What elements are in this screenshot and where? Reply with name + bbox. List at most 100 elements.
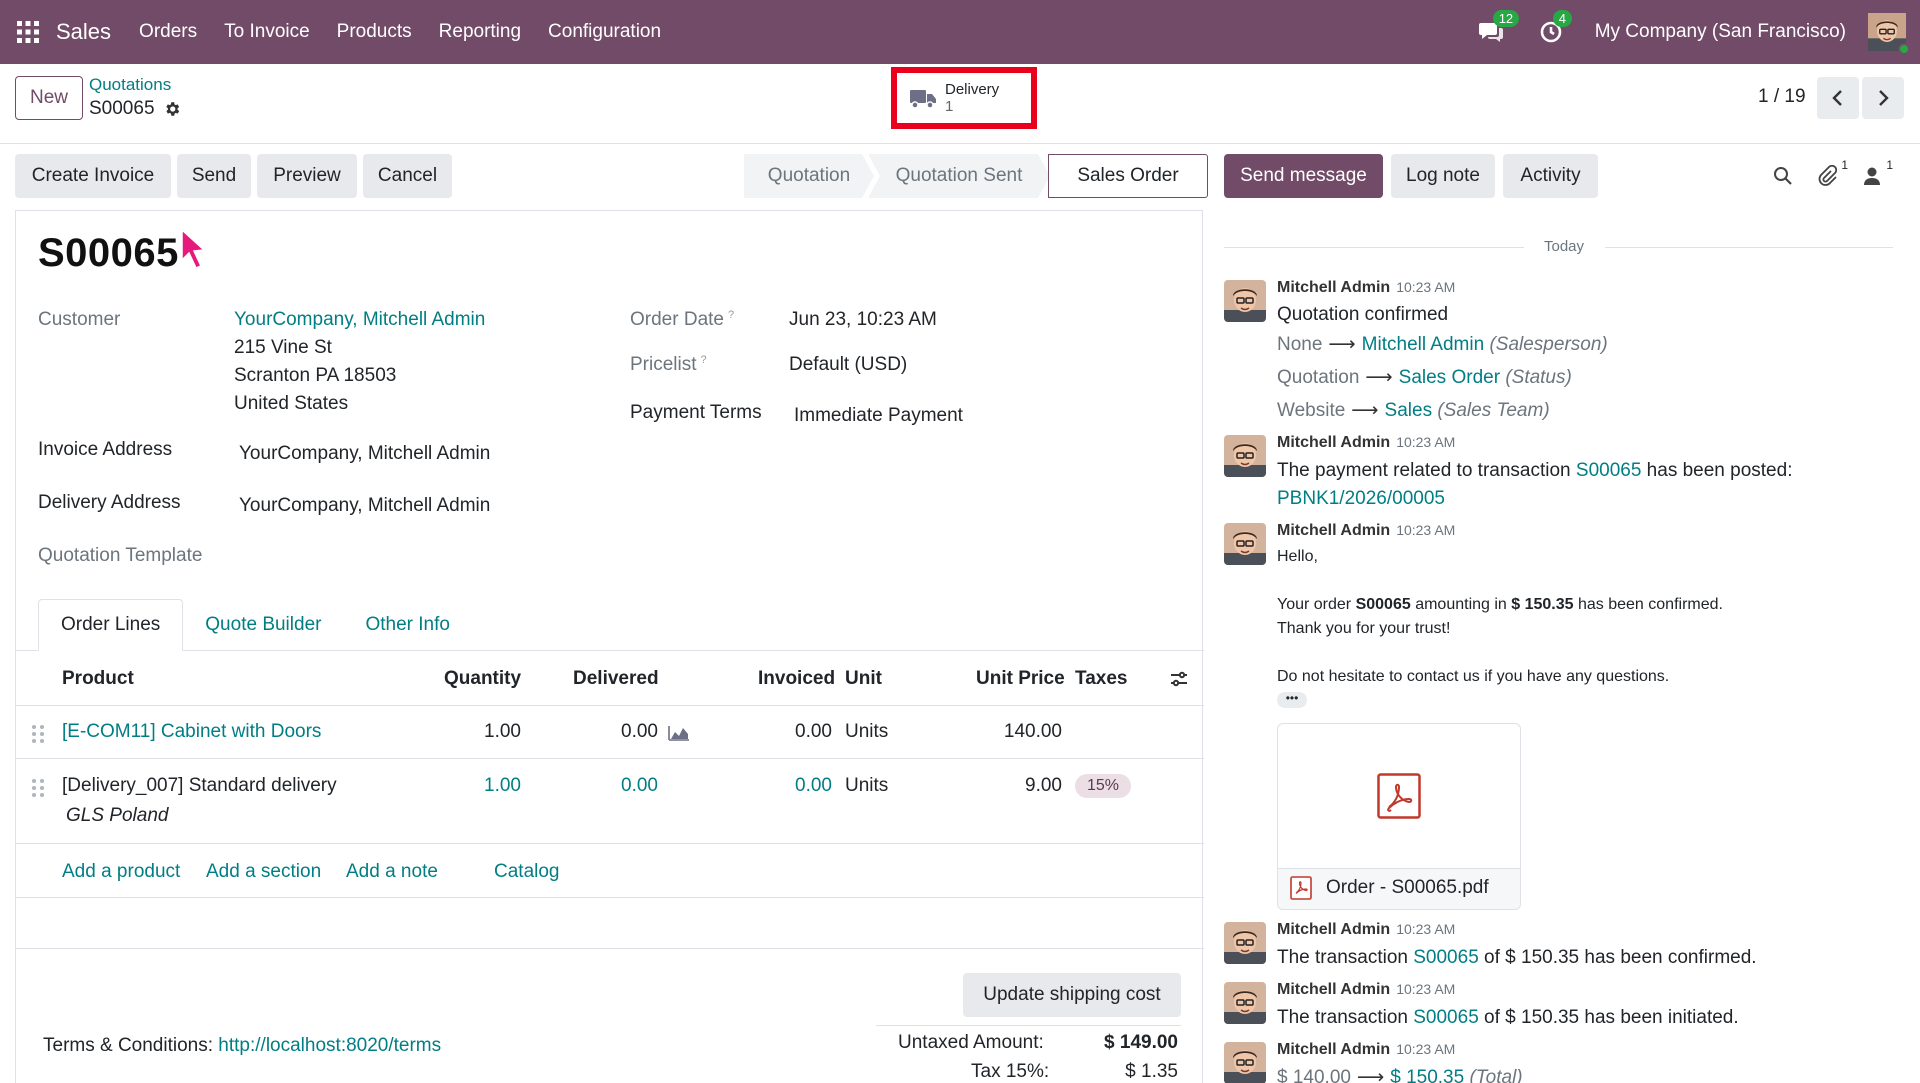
chatter-search-button[interactable] [1768, 162, 1798, 190]
app-brand[interactable]: Sales [56, 19, 111, 45]
optional-columns-icon[interactable] [1169, 669, 1189, 689]
log-note-button[interactable]: Log note [1391, 154, 1495, 198]
order-date-help[interactable]: ? [728, 309, 734, 321]
update-shipping-button[interactable]: Update shipping cost [963, 973, 1181, 1017]
author-avatar[interactable] [1224, 523, 1266, 565]
row-drag-handle[interactable] [32, 725, 44, 743]
menu-products[interactable]: Products [337, 21, 412, 43]
order-line-quantity[interactable]: 1.00 [416, 775, 521, 797]
activity-button[interactable]: Activity [1503, 154, 1598, 198]
customer-field[interactable]: YourCompany, Mitchell Admin [234, 309, 485, 331]
menu-configuration[interactable]: Configuration [548, 21, 661, 43]
column-delivered[interactable]: Delivered [573, 668, 659, 690]
author-avatar[interactable] [1224, 1042, 1266, 1083]
payment-terms-field[interactable]: Immediate Payment [794, 405, 963, 427]
order-line-unit[interactable]: Units [845, 721, 888, 743]
author-avatar[interactable] [1224, 280, 1266, 322]
message-author[interactable]: Mitchell Admin 10:23 AM [1277, 279, 1455, 297]
column-unit-price[interactable]: Unit Price [976, 668, 1065, 690]
message-author[interactable]: Mitchell Admin 10:23 AM [1277, 981, 1455, 999]
add-section-link[interactable]: Add a section [206, 861, 321, 883]
tracking-field: (Sales Team) [1437, 400, 1550, 421]
menu-to-invoice[interactable]: To Invoice [224, 21, 310, 43]
invoice-address-field[interactable]: YourCompany, Mitchell Admin [239, 443, 490, 465]
attachment-card[interactable]: Order - S00065.pdf [1277, 723, 1521, 910]
catalog-link[interactable]: Catalog [494, 861, 560, 883]
column-unit[interactable]: Unit [845, 668, 882, 690]
tracking-old: Quotation [1277, 367, 1360, 388]
author-avatar[interactable] [1224, 435, 1266, 477]
message-link[interactable]: S00065 [1413, 947, 1479, 968]
order-line-delivered: 0.00 [621, 775, 658, 796]
gear-icon[interactable] [163, 100, 181, 118]
tracking-field: (Total) [1469, 1067, 1523, 1083]
status-sales-order[interactable]: Sales Order [1048, 154, 1208, 198]
tax-badge[interactable]: 15% [1075, 774, 1132, 798]
status-bar: Quotation Quotation Sent Sales Order [744, 154, 1208, 198]
row-drag-handle[interactable] [32, 779, 44, 797]
terms-link[interactable]: http://localhost:8020/terms [218, 1035, 441, 1056]
add-product-link[interactable]: Add a product [62, 861, 180, 883]
column-taxes[interactable]: Taxes [1075, 668, 1127, 690]
column-quantity[interactable]: Quantity [444, 668, 521, 690]
expand-message-button[interactable]: ••• [1277, 692, 1307, 708]
pager-next-button[interactable] [1862, 77, 1904, 119]
order-line-product[interactable]: [Delivery_007] Standard delivery [62, 775, 337, 797]
order-line-unit-price[interactable]: 9.00 [916, 775, 1062, 797]
menu-orders[interactable]: Orders [139, 21, 197, 43]
order-line-unit-price[interactable]: 140.00 [916, 721, 1062, 743]
pager-value[interactable]: 1 / 19 [1758, 86, 1806, 108]
send-message-button[interactable]: Send message [1224, 154, 1383, 198]
delivery-address-field[interactable]: YourCompany, Mitchell Admin [239, 495, 490, 517]
smart-button-label: Delivery [945, 81, 1000, 98]
message-link[interactable]: S00065 [1413, 1007, 1479, 1028]
today-label: Today [1534, 238, 1595, 255]
online-status-dot [1898, 43, 1910, 55]
order-line-unit[interactable]: Units [845, 775, 888, 797]
tab-order-lines[interactable]: Order Lines [38, 599, 184, 651]
message-author[interactable]: Mitchell Admin 10:23 AM [1277, 921, 1455, 939]
table-header-divider [16, 705, 1204, 706]
forecast-chart-icon[interactable] [668, 723, 690, 741]
order-line-product[interactable]: [E-COM11] Cabinet with Doors [62, 721, 321, 743]
pricelist-field[interactable]: Default (USD) [789, 354, 907, 376]
tax-label: Tax 15%: [971, 1061, 1050, 1082]
send-button[interactable]: Send [177, 154, 251, 198]
delivery-smart-button[interactable]: Delivery 1 [891, 67, 1037, 129]
message-author[interactable]: Mitchell Admin 10:23 AM [1277, 522, 1455, 540]
tab-other-info[interactable]: Other Info [343, 599, 472, 651]
order-line-quantity[interactable]: 1.00 [416, 721, 521, 743]
tab-quote-builder[interactable]: Quote Builder [183, 599, 343, 651]
breadcrumb-quotations[interactable]: Quotations [89, 75, 171, 95]
followers-button[interactable]: 1 [1857, 158, 1893, 190]
app-menu-icon[interactable] [0, 0, 56, 64]
order-date-field[interactable]: Jun 23, 10:23 AM [789, 309, 937, 331]
cancel-button[interactable]: Cancel [363, 154, 452, 198]
order-line-description[interactable]: GLS Poland [66, 805, 168, 827]
create-invoice-button[interactable]: Create Invoice [15, 154, 171, 198]
payment-link[interactable]: PBNK1/2026/00005 [1277, 488, 1445, 510]
attachments-button[interactable]: 1 [1812, 158, 1848, 190]
message-author[interactable]: Mitchell Admin 10:23 AM [1277, 1041, 1455, 1059]
message-link[interactable]: S00065 [1576, 460, 1642, 481]
attachment-preview[interactable] [1278, 724, 1520, 869]
new-button[interactable]: New [15, 76, 83, 120]
pricelist-help[interactable]: ? [701, 354, 707, 366]
activities-button[interactable]: 4 [1535, 10, 1572, 48]
column-product[interactable]: Product [62, 668, 134, 690]
user-avatar[interactable] [1868, 13, 1910, 55]
author-avatar[interactable] [1224, 982, 1266, 1024]
menu-reporting[interactable]: Reporting [439, 21, 521, 43]
add-note-link[interactable]: Add a note [346, 861, 438, 883]
row-divider [16, 897, 1204, 898]
column-invoiced[interactable]: Invoiced [758, 668, 835, 690]
customer-street: 215 Vine St [234, 337, 332, 358]
preview-button[interactable]: Preview [257, 154, 357, 198]
messaging-button[interactable]: 12 [1475, 10, 1520, 48]
author-avatar[interactable] [1224, 922, 1266, 964]
status-quotation-sent[interactable]: Quotation Sent [868, 154, 1050, 198]
company-switcher[interactable]: My Company (San Francisco) [1595, 21, 1846, 43]
message-author[interactable]: Mitchell Admin 10:23 AM [1277, 434, 1455, 452]
pager-previous-button[interactable] [1817, 77, 1859, 119]
status-quotation[interactable]: Quotation [744, 154, 874, 198]
